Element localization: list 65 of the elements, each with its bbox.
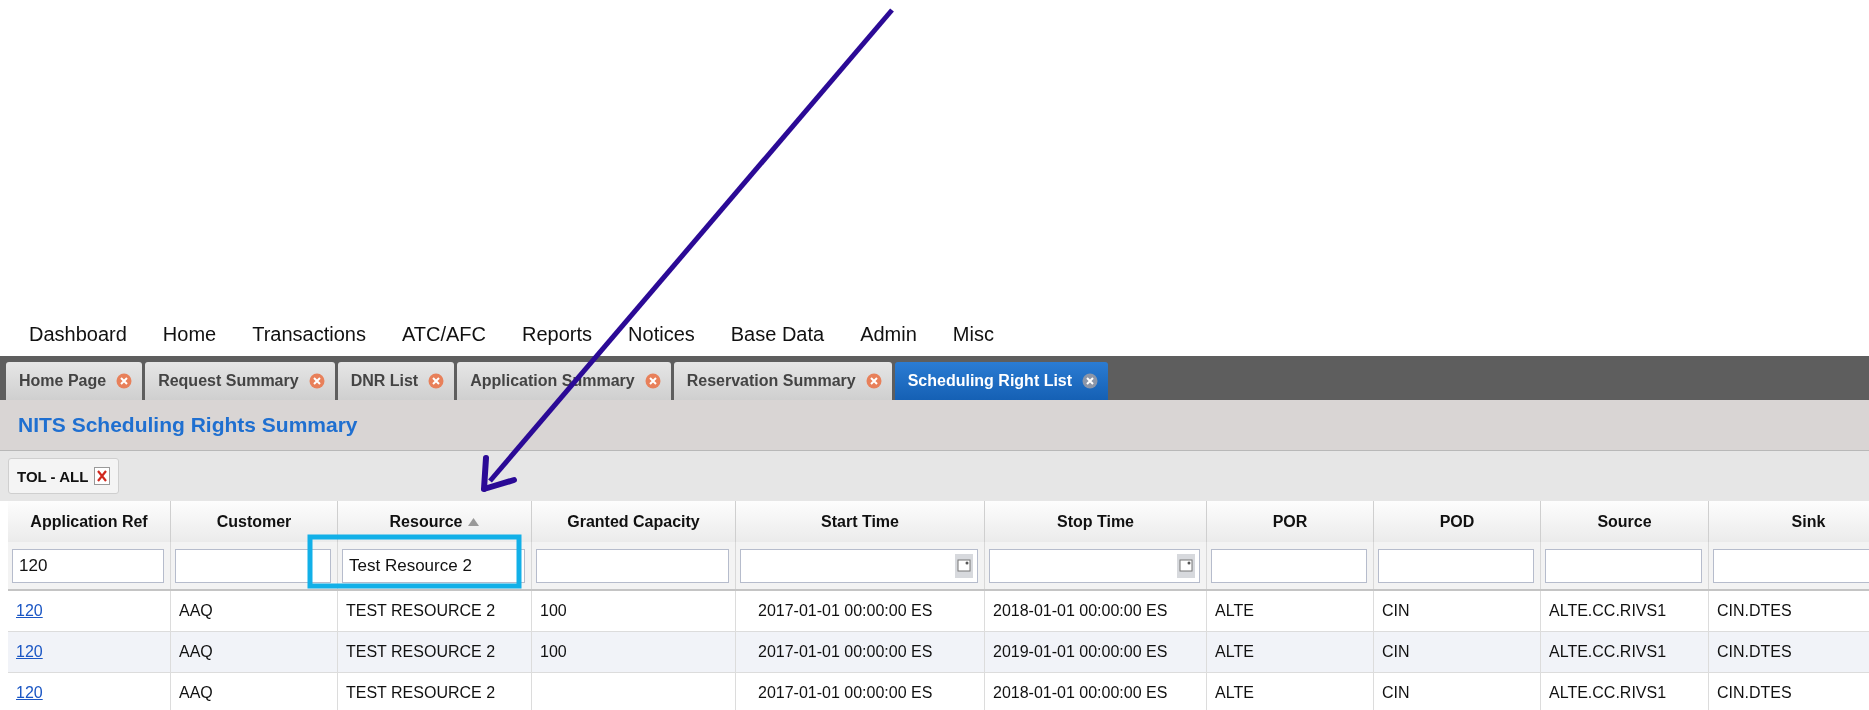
date-filter-field[interactable] [740, 548, 978, 583]
filter-chip[interactable]: TOL - ALL [8, 458, 120, 494]
calendar-icon[interactable] [1177, 553, 1195, 578]
menu-item[interactable]: Admin [860, 322, 917, 346]
table-cell: CIN.DTES [1717, 602, 1792, 620]
tab[interactable]: Reservation Summary [673, 362, 892, 400]
close-icon[interactable] [308, 373, 325, 389]
table-cell: CIN [1382, 602, 1410, 620]
table-cell: CIN [1382, 684, 1410, 702]
table-cell: 2017-01-01 00:00:00 ES [758, 643, 933, 661]
tab[interactable]: DNR List [337, 362, 455, 400]
page-title: NITS Scheduling Rights Summary [18, 413, 358, 437]
table-cell: ALTE [1215, 643, 1254, 661]
table-cell: AAQ [179, 643, 213, 661]
menu-item[interactable]: Misc [952, 322, 994, 346]
close-icon[interactable] [865, 373, 882, 389]
table-cell: 2018-01-01 00:00:00 ES [993, 602, 1168, 620]
table-cell: TEST RESOURCE 2 [346, 602, 496, 620]
close-icon[interactable] [428, 373, 445, 389]
sort-ascending-icon [468, 517, 480, 526]
table-cell: CIN [1382, 643, 1410, 661]
table-cell: TEST RESOURCE 2 [346, 684, 496, 702]
filter-field[interactable] [175, 548, 331, 583]
table-cell: ALTE.CC.RIVS1 [1549, 602, 1667, 620]
menu-item[interactable]: Home [162, 322, 217, 346]
filter-field[interactable]: Test Resource 2 [342, 548, 525, 583]
remove-icon[interactable] [94, 467, 111, 485]
filter-field[interactable] [536, 548, 729, 583]
filter-field[interactable] [1378, 548, 1534, 583]
table-cell: 2017-01-01 00:00:00 ES [758, 684, 933, 702]
filter-field[interactable]: 120 [12, 548, 164, 583]
menu-item[interactable]: Dashboard [29, 322, 127, 346]
filter-field[interactable] [1545, 548, 1702, 583]
filter-field[interactable] [1713, 548, 1869, 583]
table-cell: ALTE.CC.RIVS1 [1549, 643, 1667, 661]
table-cell: 100 [540, 602, 567, 620]
table-cell: 2017-01-01 00:00:00 ES [758, 602, 933, 620]
table-cell: ALTE [1215, 602, 1254, 620]
table-cell: 2019-01-01 00:00:00 ES [993, 643, 1168, 661]
table-cell: AAQ [179, 684, 213, 702]
close-icon[interactable] [644, 373, 661, 389]
calendar-icon[interactable] [955, 553, 973, 578]
filter-field[interactable] [1211, 548, 1367, 583]
date-filter-field[interactable] [989, 548, 1200, 583]
menu-item[interactable]: Transactions [252, 322, 366, 346]
table-cell: AAQ [179, 602, 213, 620]
menu-item[interactable]: Base Data [730, 322, 825, 346]
table-cell: CIN.DTES [1717, 684, 1792, 702]
table-cell: 2018-01-01 00:00:00 ES [993, 684, 1168, 702]
tab[interactable]: Home Page [6, 362, 143, 400]
application-link[interactable]: 120 [16, 684, 43, 702]
close-icon[interactable] [116, 373, 133, 389]
tab[interactable]: Request Summary [145, 362, 335, 400]
tab[interactable]: Scheduling Right List [894, 362, 1109, 400]
table-cell: 100 [540, 643, 567, 661]
application-link[interactable]: 120 [16, 602, 43, 620]
menu-item[interactable]: Notices [628, 322, 695, 346]
table-cell: TEST RESOURCE 2 [346, 643, 496, 661]
table-cell: ALTE.CC.RIVS1 [1549, 684, 1667, 702]
table-cell: ALTE [1215, 684, 1254, 702]
menu-item[interactable]: Reports [522, 322, 593, 346]
close-icon[interactable] [1082, 373, 1099, 389]
application-link[interactable]: 120 [16, 643, 43, 661]
table-cell: CIN.DTES [1717, 643, 1792, 661]
menu-item[interactable]: ATC/AFC [401, 322, 487, 346]
